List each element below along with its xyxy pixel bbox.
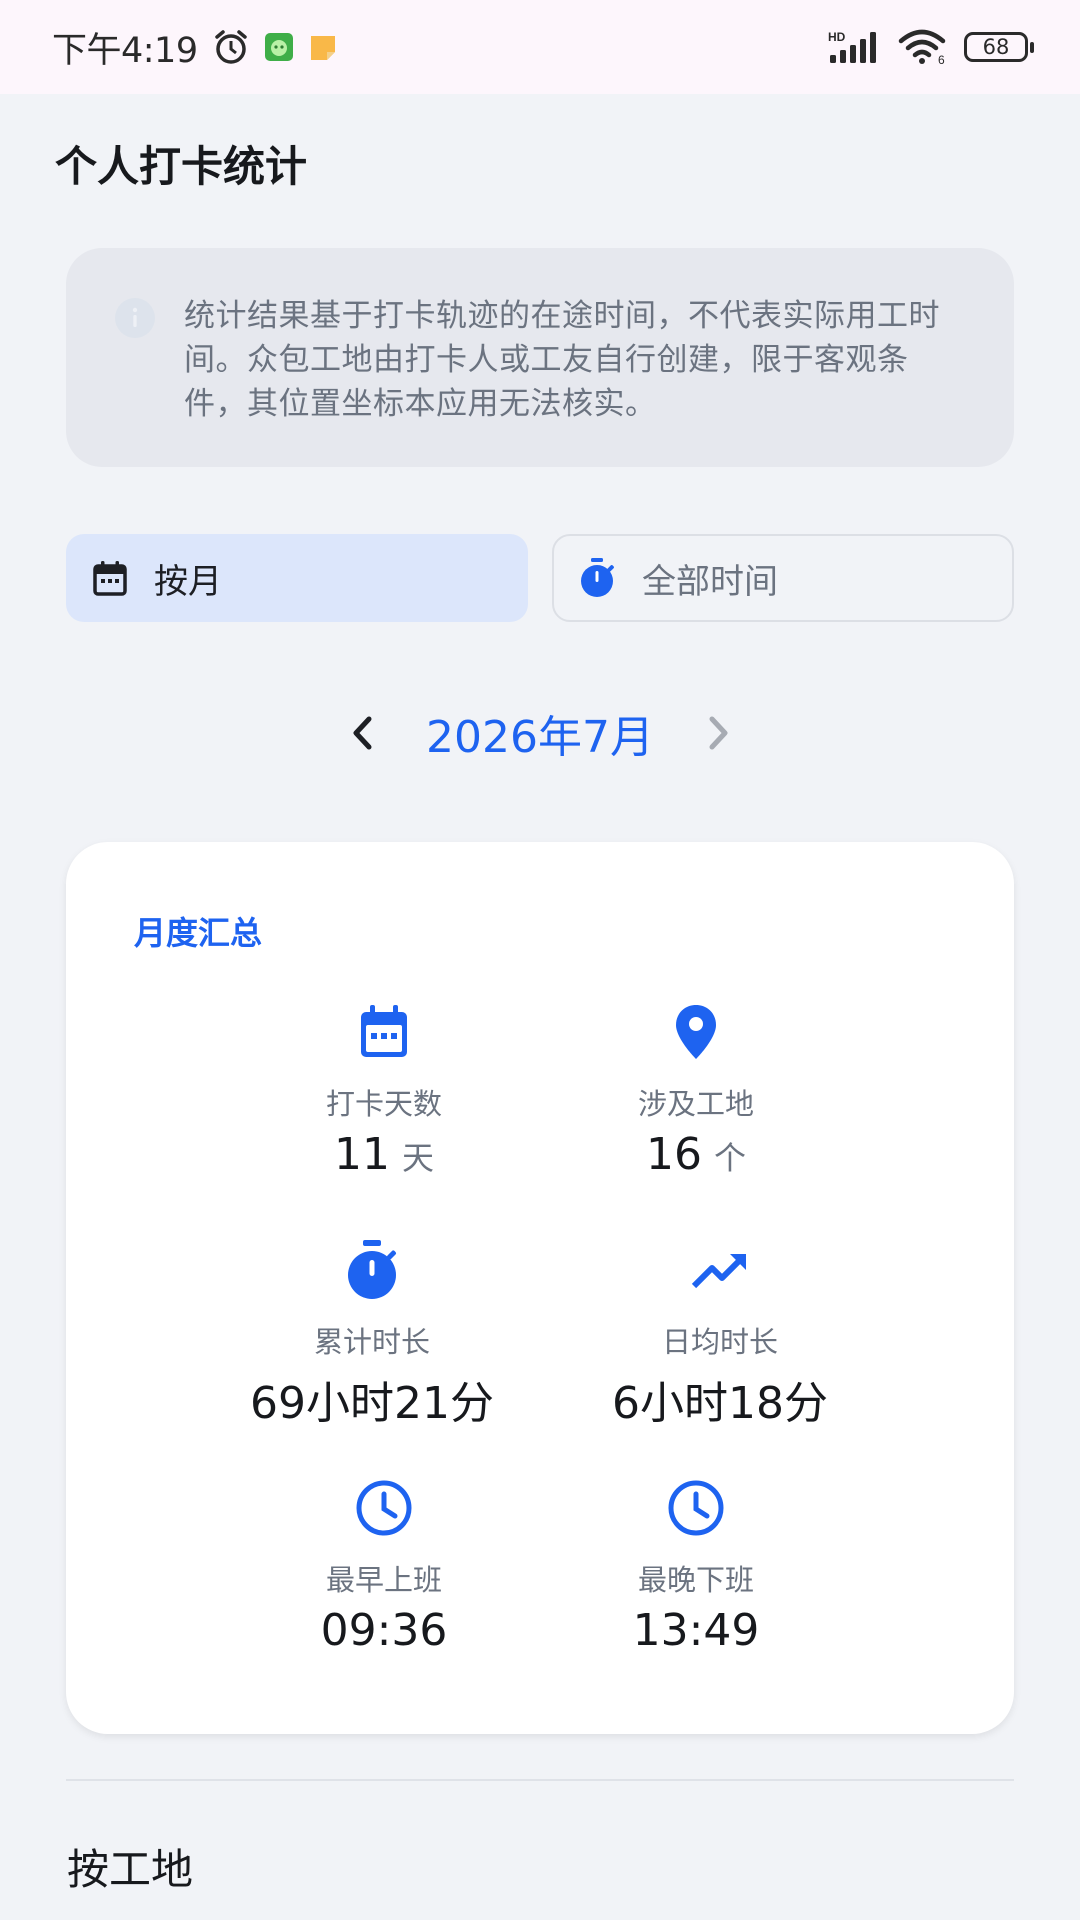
- info-notice: 统计结果基于打卡轨迹的在途时间，不代表实际用工时间。众包工地由打卡人或工友自行创…: [66, 248, 1014, 467]
- stat-latest-end: 最晚下班 13:49: [536, 1475, 856, 1656]
- stat-number: 16: [645, 1129, 702, 1180]
- next-month-button[interactable]: [702, 708, 736, 758]
- stat-value: 16 个: [536, 1129, 856, 1180]
- signal-icon: HD: [828, 30, 876, 63]
- notice-text: 统计结果基于打卡轨迹的在途时间，不代表实际用工时间。众包工地由打卡人或工友自行创…: [184, 298, 940, 422]
- clock-icon: [668, 1480, 724, 1536]
- status-right: HD 6 68: [828, 29, 1034, 65]
- stat-value: 69小时21分: [250, 1378, 494, 1429]
- stopwatch-icon: [581, 558, 614, 597]
- page-title: 个人打卡统计: [55, 142, 308, 191]
- app-notification-icon: [264, 33, 293, 61]
- stat-label: 最晚下班: [637, 1563, 754, 1597]
- message-notification-icon: [310, 36, 335, 60]
- previous-month-button[interactable]: [345, 708, 379, 758]
- location-pin-icon: [676, 1005, 716, 1059]
- by-month-label: 按月: [154, 561, 222, 602]
- stopwatch-icon: [348, 1240, 396, 1299]
- battery-level: 68: [982, 35, 1010, 59]
- stat-sites: 涉及工地 16 个: [536, 999, 856, 1180]
- svg-text:6: 6: [938, 53, 945, 65]
- stat-label: 累计时长: [313, 1325, 430, 1359]
- stat-value: 11 天: [224, 1129, 544, 1180]
- stat-value: 09:36: [320, 1605, 448, 1656]
- stat-checkin-days: 打卡天数 11 天: [224, 999, 544, 1180]
- trending-up-icon: [691, 1254, 746, 1289]
- wifi-icon: 6: [898, 29, 946, 65]
- svg-text:HD: HD: [828, 30, 846, 44]
- all-time-toggle[interactable]: 全部时间: [552, 534, 1014, 622]
- stat-label: 涉及工地: [637, 1087, 754, 1121]
- alarm-icon: [214, 30, 247, 64]
- stat-unit: 天: [401, 1139, 434, 1177]
- all-time-label: 全部时间: [642, 561, 778, 602]
- battery-indicator: 68: [964, 32, 1034, 62]
- stat-value: 6小时18分: [612, 1378, 828, 1429]
- stat-total-duration: 累计时长 69小时21分: [212, 1237, 532, 1431]
- stat-label: 打卡天数: [325, 1087, 442, 1121]
- stat-label: 最早上班: [325, 1563, 442, 1597]
- stat-unit: 个: [713, 1139, 746, 1177]
- stat-label: 日均时长: [661, 1325, 778, 1359]
- stat-earliest-start: 最早上班 09:36: [224, 1475, 544, 1656]
- month-navigator: 2026年7月: [0, 698, 1080, 768]
- status-time: 下午4:19: [52, 30, 198, 71]
- stat-value: 13:49: [632, 1605, 760, 1656]
- by-site-section-title: 按工地: [67, 1845, 194, 1894]
- current-month-label: 2026年7月: [426, 712, 654, 763]
- calendar-icon: [93, 561, 127, 596]
- monthly-summary-card: 月度汇总 打卡天数 11 天 涉及工地 16 个 累计时长 69小时21分 日均…: [66, 842, 1014, 1734]
- by-month-toggle[interactable]: 按月: [66, 534, 528, 622]
- section-divider: [66, 1779, 1014, 1781]
- calendar-icon: [361, 1005, 407, 1057]
- clock-icon: [356, 1480, 412, 1536]
- status-bar: 下午4:19 HD 6 68: [0, 0, 1080, 94]
- info-icon: [115, 298, 155, 338]
- summary-title: 月度汇总: [134, 914, 263, 952]
- stat-daily-average: 日均时长 6小时18分: [560, 1237, 880, 1431]
- stat-number: 11: [333, 1129, 390, 1180]
- status-left: 下午4:19: [52, 22, 338, 73]
